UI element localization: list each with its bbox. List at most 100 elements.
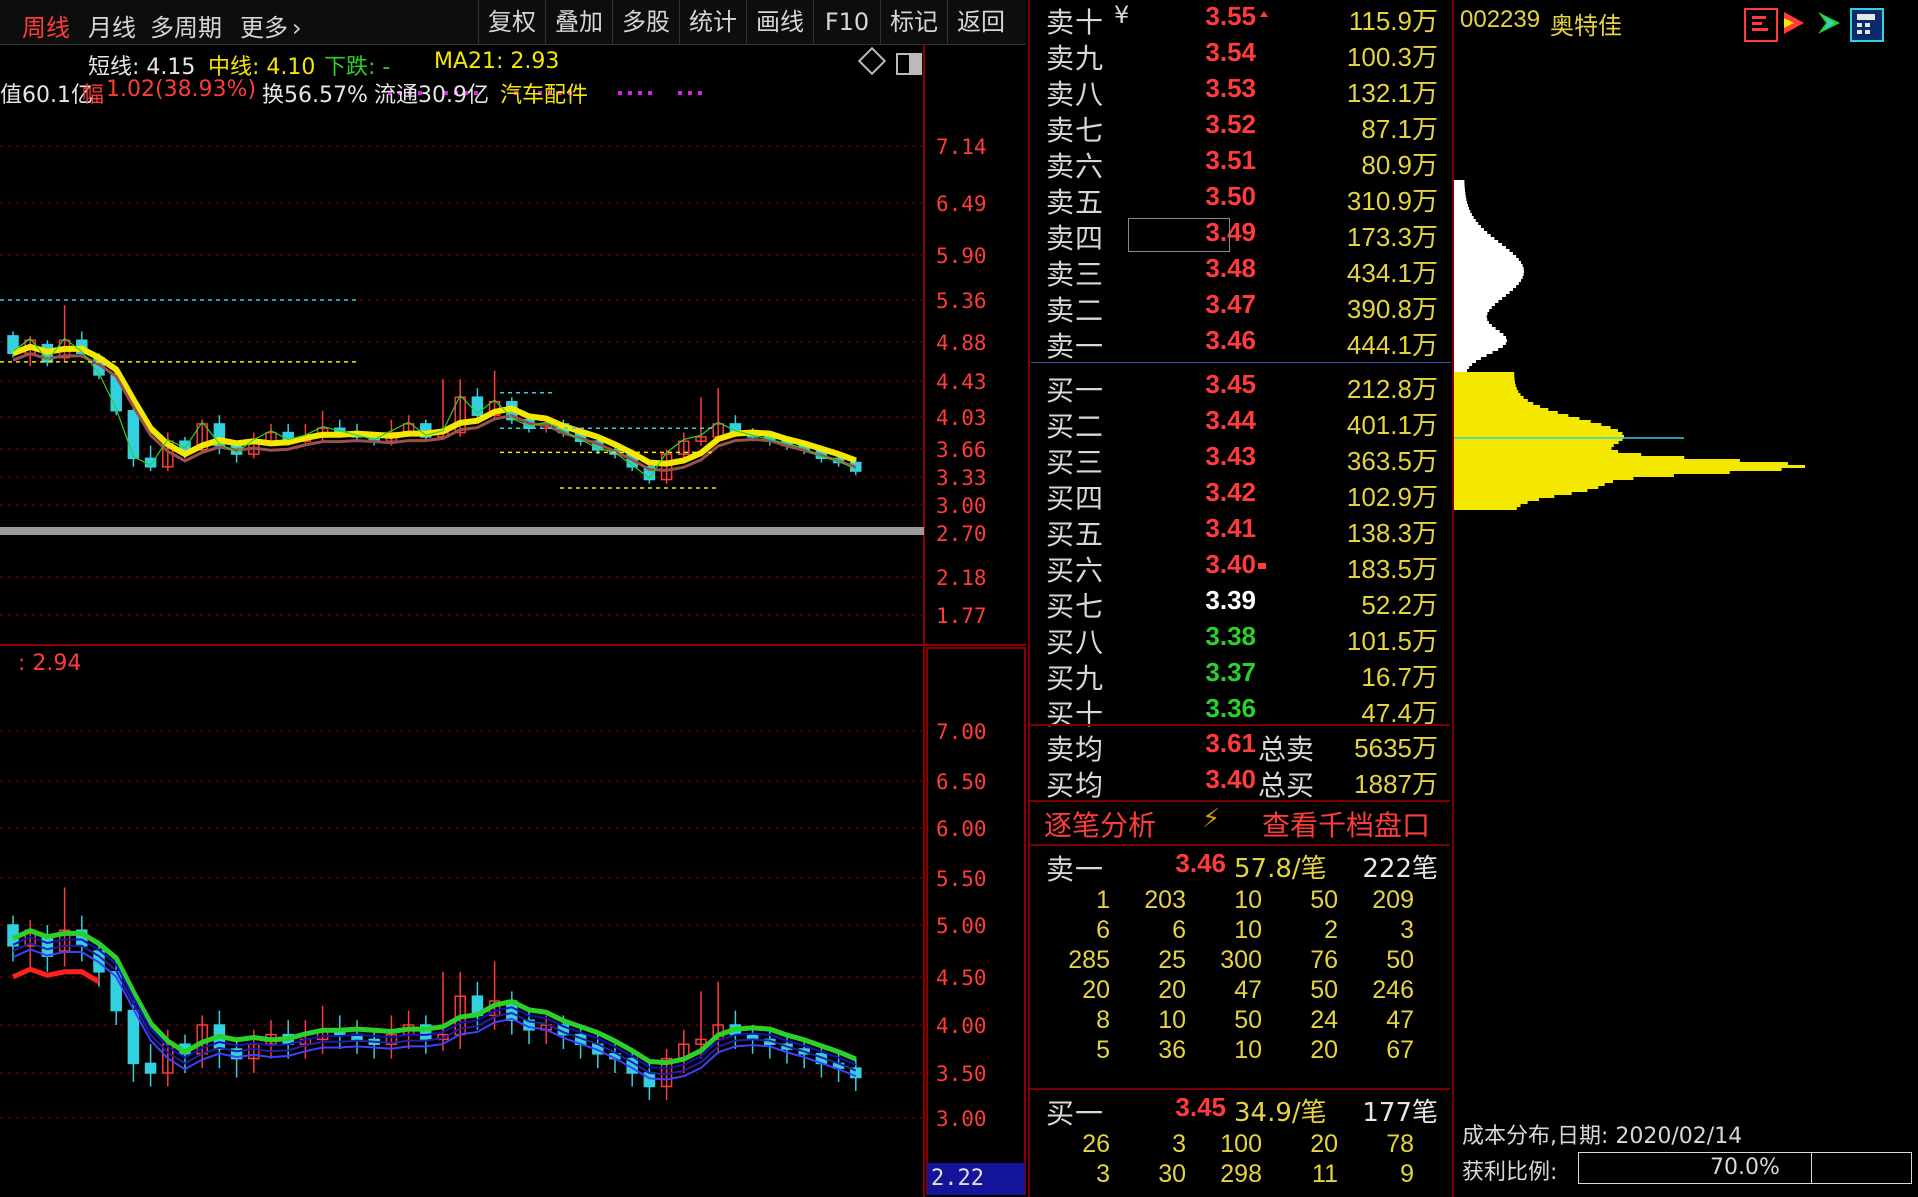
buy-queue-cell: 3 [1172, 1130, 1186, 1158]
buy-row-8[interactable]: 买八 3.38 101.5万 [1030, 621, 1450, 659]
sell-row-3[interactable]: 卖八 3.53 132.1万 [1030, 73, 1450, 111]
sell-queue-cell: 10 [1234, 916, 1262, 944]
cost-bar [1454, 420, 1591, 423]
sell-level-volume: 80.9万 [1361, 150, 1438, 180]
sell-level-price: 3.51 [1205, 145, 1256, 175]
sell-row-1[interactable]: 卖十 3.55 115.9万 ¥ [1030, 1, 1450, 39]
cost-bar [1454, 276, 1523, 279]
buy-level-label: 买四 [1046, 482, 1105, 515]
draw-line-button[interactable]: 画线 [746, 0, 813, 44]
sell-queue-cell: 6 [1172, 916, 1186, 944]
f10-button[interactable]: F10 [813, 0, 880, 44]
cost-bar [1454, 429, 1618, 432]
cost-bar [1454, 480, 1613, 483]
cost-bar [1454, 309, 1490, 312]
buy-queue-cell: 20 [1310, 1130, 1338, 1158]
sell-row-6[interactable]: 卖五 3.50 310.9万 [1030, 181, 1450, 219]
cost-bar [1454, 279, 1522, 282]
sell-row-4[interactable]: 卖七 3.52 87.1万 [1030, 109, 1450, 147]
volume-divider[interactable] [0, 527, 924, 535]
cost-bar [1454, 468, 1782, 471]
buy-row-2[interactable]: 买二 3.44 401.1万 [1030, 405, 1450, 443]
mark-button[interactable]: 标记 [880, 0, 947, 44]
view-depth-link[interactable]: 查看千档盘口 [1262, 804, 1430, 844]
sell-queue-cell: 203 [1144, 886, 1186, 914]
period-weekly-tab[interactable]: 周线 [22, 8, 70, 43]
buy-row-7[interactable]: 买七 3.39 52.2万 [1030, 585, 1450, 623]
buy-level-price: 3.44 [1205, 405, 1256, 435]
arrow-green-icon[interactable] [1814, 8, 1844, 38]
total-sell-value: 5635万 [1354, 733, 1438, 763]
sell-level-label: 卖四 [1046, 222, 1105, 255]
sell-queue-header: 卖一 3.46 57.8/笔 222笔 [1030, 848, 1450, 886]
overlay-button[interactable]: 叠加 [545, 0, 612, 44]
buy-row-5[interactable]: 买五 3.41 138.3万 [1030, 513, 1450, 551]
cost-distribution-title: 成本分布,日期: 2020/02/14 [1462, 1124, 1743, 1149]
lower-axis-tick: 5.50 [936, 867, 987, 891]
cost-bar [1454, 444, 1614, 447]
multi-stock-button[interactable]: 多股 [612, 0, 679, 44]
sell-level-price: 3.52 [1205, 109, 1256, 139]
sell-queue-cell: 2 [1324, 916, 1338, 944]
cost-bar [1454, 474, 1674, 477]
sell-row-8[interactable]: 卖三 3.48 434.1万 [1030, 253, 1450, 291]
sell-row-9[interactable]: 卖二 3.47 390.8万 [1030, 289, 1450, 327]
buy-row-9[interactable]: 买九 3.37 16.7万 [1030, 657, 1450, 695]
buy-row-6[interactable]: 买六 3.40 183.5万 [1030, 549, 1450, 587]
play-icon[interactable] [1778, 8, 1808, 38]
buy-queue-row: 26 3 100 20 78 [1030, 1130, 1450, 1160]
period-monthly-tab[interactable]: 月线 [88, 8, 136, 43]
cost-bar [1454, 363, 1473, 366]
sell-queue-cell: 50 [1234, 1006, 1262, 1034]
cost-bar [1454, 264, 1523, 267]
buy-row-1[interactable]: 买一 3.45 212.8万 [1030, 369, 1450, 407]
upper-axis-tick: 2.70 [936, 522, 987, 546]
sell-level-volume: 173.3万 [1346, 222, 1438, 252]
cost-bar [1454, 384, 1516, 387]
sell-row-10[interactable]: 卖一 3.46 444.1万 [1030, 325, 1450, 363]
cost-bar [1454, 186, 1465, 189]
sell-row-5[interactable]: 卖六 3.51 80.9万 [1030, 145, 1450, 183]
sell-row-7[interactable]: 卖四 3.49 173.3万 [1030, 217, 1450, 255]
restore-rights-button[interactable]: 复权 [478, 0, 545, 44]
period-more-tab[interactable]: 更多 › [240, 8, 302, 43]
cost-bar [1454, 357, 1481, 360]
buy-level-volume: 101.5万 [1346, 626, 1438, 656]
buy-row-3[interactable]: 买三 3.43 363.5万 [1030, 441, 1450, 479]
panel-toggle-icon[interactable] [896, 53, 922, 75]
buy-level-label: 买九 [1046, 662, 1105, 695]
buy-level-volume: 138.3万 [1346, 518, 1438, 548]
sell-level-volume: 434.1万 [1346, 258, 1438, 288]
tick-analysis-link[interactable]: 逐笔分析 [1044, 804, 1156, 844]
cost-bar [1454, 339, 1507, 342]
buy-level-price: 3.38 [1205, 621, 1256, 651]
chart-menu-icon[interactable] [1744, 8, 1778, 42]
kline-chart[interactable]: 7.14 6.49 5.90 5.36 4.88 4.43 4.03 3.66 3.33 3.00… [0, 45, 1026, 1197]
sell-queue-cell: 20 [1158, 976, 1186, 1004]
spread-divider [1031, 362, 1451, 363]
cost-bar [1454, 414, 1569, 417]
kline-chart-panel[interactable]: 7.14 6.49 5.90 5.36 4.88 4.43 4.03 3.66 3.33 3.00… [0, 45, 1026, 1197]
lower-axis-tick: 4.00 [936, 1014, 987, 1038]
buy-level-volume: 183.5万 [1346, 554, 1438, 584]
cost-bar [1454, 285, 1517, 288]
cost-bar [1454, 504, 1521, 507]
sell-row-2[interactable]: 卖九 3.54 100.3万 [1030, 37, 1450, 75]
statistics-button[interactable]: 统计 [679, 0, 746, 44]
cost-bar [1454, 405, 1541, 408]
sector-label[interactable]: 汽车配件 [500, 77, 588, 109]
buy-row-4[interactable]: 买四 3.42 102.9万 [1030, 477, 1450, 515]
sell-queue-cell: 47 [1234, 976, 1262, 1004]
sell-level-label: 卖九 [1046, 42, 1105, 75]
back-button[interactable]: 返回 [947, 0, 1014, 44]
buy-level-price: 3.39 [1205, 585, 1256, 615]
cost-bar [1454, 273, 1524, 276]
buy-queue-cell: 3 [1096, 1160, 1110, 1188]
candle-body [127, 409, 140, 460]
buy-level-label: 买二 [1046, 410, 1105, 443]
calculator-icon[interactable] [1850, 8, 1884, 42]
period-multi-tab[interactable]: 多周期 [150, 8, 222, 43]
sell-queue-cell: 8 [1096, 1006, 1110, 1034]
cost-bar [1454, 234, 1491, 237]
sell-queue-row: 1 203 10 50 209 [1030, 886, 1450, 916]
